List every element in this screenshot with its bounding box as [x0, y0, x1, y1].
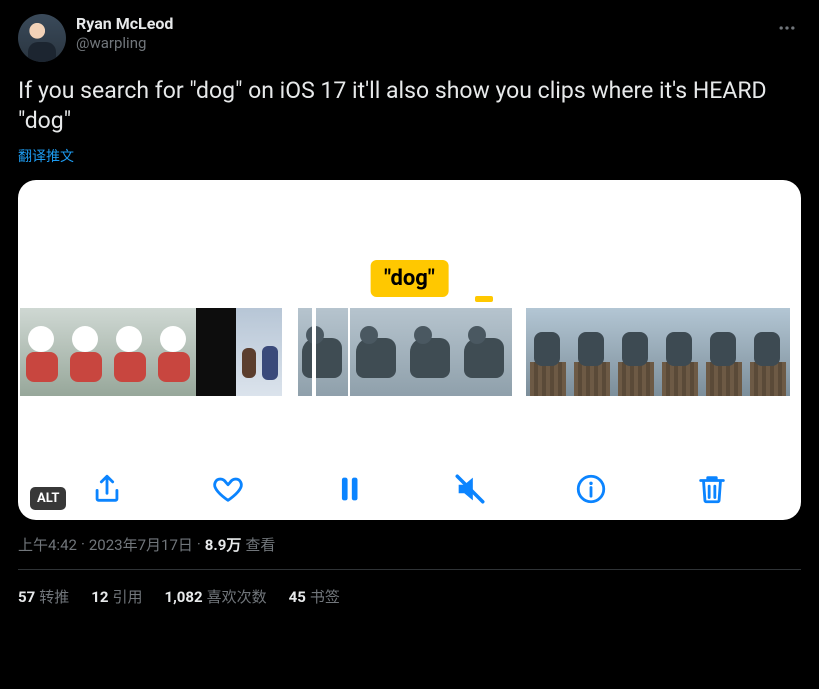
media-toolbar: [18, 472, 801, 506]
tweet-time[interactable]: 上午4:42: [18, 534, 77, 555]
thumbnail[interactable]: [658, 308, 702, 396]
heart-icon: [211, 472, 245, 506]
thumbnail[interactable]: [570, 308, 614, 396]
clip-group-3: [526, 308, 790, 396]
user-handle: @warpling: [76, 34, 173, 53]
video-timeline[interactable]: [18, 308, 801, 396]
search-term-tick: [475, 296, 493, 302]
stat-label: 书签: [310, 588, 340, 606]
more-options-button[interactable]: [773, 14, 801, 42]
alt-text-badge[interactable]: ALT: [30, 487, 66, 510]
thumbnail[interactable]: [236, 308, 282, 396]
tweet-meta: 上午4:42 · 2023年7月17日 · 8.9万 查看: [18, 534, 801, 555]
more-icon: [777, 18, 797, 38]
likes-stat[interactable]: 1,082 喜欢次数: [164, 586, 266, 607]
tweet-stats: 57转推 12引用 1,082 喜欢次数 45书签: [18, 570, 801, 607]
thumbnail[interactable]: [702, 308, 746, 396]
share-button[interactable]: [90, 472, 124, 506]
thumbnail[interactable]: [152, 308, 196, 396]
thumbnail[interactable]: [458, 308, 512, 396]
info-button[interactable]: [574, 472, 608, 506]
mute-button[interactable]: [453, 472, 487, 506]
stat-count: 12: [91, 588, 108, 606]
info-icon: [574, 472, 608, 506]
speaker-muted-icon: [453, 472, 487, 506]
thumbnail[interactable]: [64, 308, 108, 396]
clip-group-1: [20, 308, 282, 396]
thumbnail[interactable]: [108, 308, 152, 396]
display-name: Ryan McLeod: [76, 14, 173, 34]
stat-count: 57: [18, 588, 35, 606]
tweet-text: If you search for "dog" on iOS 17 it'll …: [18, 76, 801, 136]
thumbnail[interactable]: [746, 308, 790, 396]
separator: ·: [197, 535, 201, 553]
thumbnail[interactable]: [614, 308, 658, 396]
playhead[interactable]: [312, 304, 316, 400]
favorite-button[interactable]: [211, 472, 245, 506]
tweet-header: Ryan McLeod @warpling: [18, 14, 801, 62]
stat-count: 1,082: [164, 588, 202, 606]
share-icon: [90, 472, 124, 506]
thumbnail[interactable]: [196, 308, 236, 396]
quotes-stat[interactable]: 12引用: [91, 586, 142, 607]
thumbnail[interactable]: [20, 308, 64, 396]
thumbnail[interactable]: [404, 308, 458, 396]
avatar[interactable]: [18, 14, 66, 62]
delete-button[interactable]: [695, 472, 729, 506]
search-term-label: "dog": [370, 260, 449, 297]
pause-button[interactable]: [332, 472, 366, 506]
views-count: 8.9万: [205, 534, 242, 555]
pause-icon: [332, 472, 366, 506]
translate-link[interactable]: 翻译推文: [18, 146, 74, 166]
views-label: 查看: [245, 534, 275, 555]
clip-group-2: [296, 308, 512, 396]
tweet-date[interactable]: 2023年7月17日: [89, 534, 193, 555]
retweets-stat[interactable]: 57转推: [18, 586, 69, 607]
stat-label: 转推: [39, 588, 69, 606]
thumbnail[interactable]: [296, 308, 350, 396]
media-attachment[interactable]: "dog": [18, 180, 801, 520]
bookmarks-stat[interactable]: 45书签: [289, 586, 340, 607]
thumbnail[interactable]: [526, 308, 570, 396]
stat-label: 喜欢次数: [207, 588, 267, 606]
user-name-block[interactable]: Ryan McLeod @warpling: [76, 14, 173, 53]
tweet-container: Ryan McLeod @warpling If you search for …: [0, 0, 819, 621]
trash-icon: [695, 472, 729, 506]
stat-count: 45: [289, 588, 306, 606]
separator: ·: [81, 535, 85, 553]
stat-label: 引用: [112, 588, 142, 606]
thumbnail[interactable]: [350, 308, 404, 396]
